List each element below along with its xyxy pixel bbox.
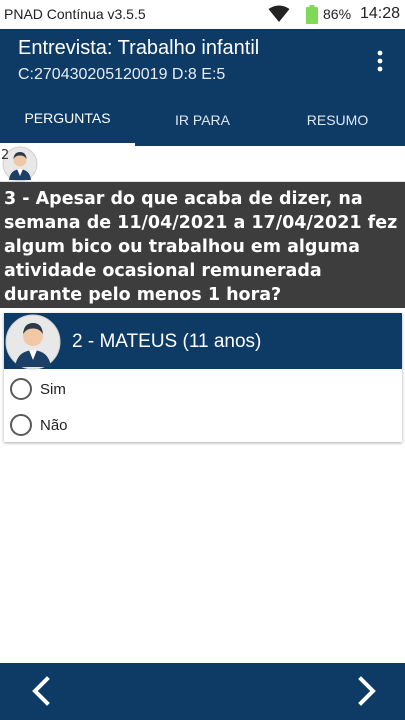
person-header: 2 - MATEUS (11 anos) bbox=[4, 313, 402, 370]
more-vert-icon[interactable] bbox=[370, 49, 390, 73]
tab-perguntas[interactable]: PERGUNTAS bbox=[0, 93, 135, 146]
radio-button[interactable] bbox=[10, 378, 32, 400]
app-bar: Entrevista: Trabalho infantil C:27043020… bbox=[0, 29, 405, 93]
option-nao[interactable]: Não bbox=[4, 407, 402, 443]
wifi-icon bbox=[268, 5, 290, 22]
status-app-name: PNAD Contínua v3.5.5 bbox=[4, 6, 146, 22]
tab-ir-para[interactable]: IR PARA bbox=[135, 93, 270, 146]
answer-card: 2 - MATEUS (11 anos) Sim Não bbox=[4, 313, 402, 442]
clock: 14:28 bbox=[360, 5, 401, 22]
question-text: 3 - Apesar do que acaba de dizer, na sem… bbox=[0, 182, 405, 308]
person-avatar-icon bbox=[5, 314, 61, 370]
member-number: 2 bbox=[1, 148, 10, 163]
battery-icon bbox=[306, 5, 318, 24]
page-title: Entrevista: Trabalho infantil bbox=[18, 37, 260, 59]
chevron-right-icon[interactable] bbox=[350, 675, 382, 707]
status-bar: PNAD Contínua v3.5.5 86% 14:28 bbox=[0, 0, 405, 29]
bottom-navigation bbox=[0, 663, 405, 720]
option-label: Não bbox=[40, 416, 68, 434]
tab-resumo[interactable]: RESUMO bbox=[270, 93, 405, 146]
member-strip: 2 bbox=[0, 146, 405, 182]
option-label: Sim bbox=[40, 380, 66, 398]
chevron-left-icon[interactable] bbox=[26, 675, 58, 707]
option-sim[interactable]: Sim bbox=[4, 371, 402, 407]
tab-bar: PERGUNTAS IR PARA RESUMO bbox=[0, 93, 405, 146]
battery-percent: 86% bbox=[323, 6, 352, 22]
page-subtitle: C:270430205120019 D:8 E:5 bbox=[18, 66, 226, 83]
person-name: 2 - MATEUS (11 anos) bbox=[72, 331, 262, 352]
radio-button[interactable] bbox=[10, 414, 32, 436]
